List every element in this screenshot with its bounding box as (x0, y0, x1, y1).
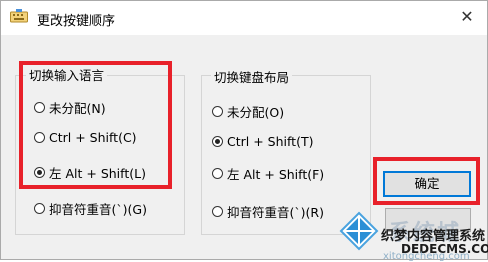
radio-layout-left-alt-shift[interactable]: 左 Alt + Shift(F) (212, 164, 324, 183)
radio-label: 未分配(O) (227, 105, 285, 120)
radio-circle (212, 168, 223, 179)
highlight-box-ok-button (373, 157, 480, 205)
close-icon: ✕ (460, 7, 474, 26)
radio-layout-ctrl-shift[interactable]: Ctrl + Shift(T) (212, 134, 313, 149)
radio-circle (34, 203, 45, 214)
radio-layout-unassigned[interactable]: 未分配(O) (212, 102, 284, 121)
keyboard-layout-group-label: 切换键盘布局 (211, 67, 293, 86)
watermark-text-3: xitongcheng.com (383, 251, 470, 262)
title-bar: 更改按键顺序 ✕ (1, 1, 487, 35)
radio-label: Ctrl + Shift(T) (227, 134, 314, 149)
radio-circle-checked (212, 136, 223, 147)
keyboard-icon (10, 9, 28, 23)
radio-circle (212, 206, 223, 217)
highlight-box-input-language (19, 61, 172, 189)
radio-layout-grave-accent[interactable]: 抑音符重音(`)(R) (212, 202, 324, 221)
windows-logo-watermark (339, 211, 379, 251)
close-button[interactable]: ✕ (456, 7, 478, 27)
dialog-window: 更改按键顺序 ✕ 切换输入语言 未分配(N) Ctrl + Shift(C) 左… (0, 0, 488, 262)
radio-label: 左 Alt + Shift(F) (227, 167, 325, 182)
radio-label: 抑音符重音(`)(R) (227, 205, 324, 220)
radio-input-grave-accent[interactable]: 抑音符重音(`)(G) (34, 199, 147, 218)
radio-label: 抑音符重音(`)(G) (49, 202, 147, 217)
dialog-title: 更改按键顺序 (37, 14, 116, 29)
radio-circle (212, 106, 223, 117)
